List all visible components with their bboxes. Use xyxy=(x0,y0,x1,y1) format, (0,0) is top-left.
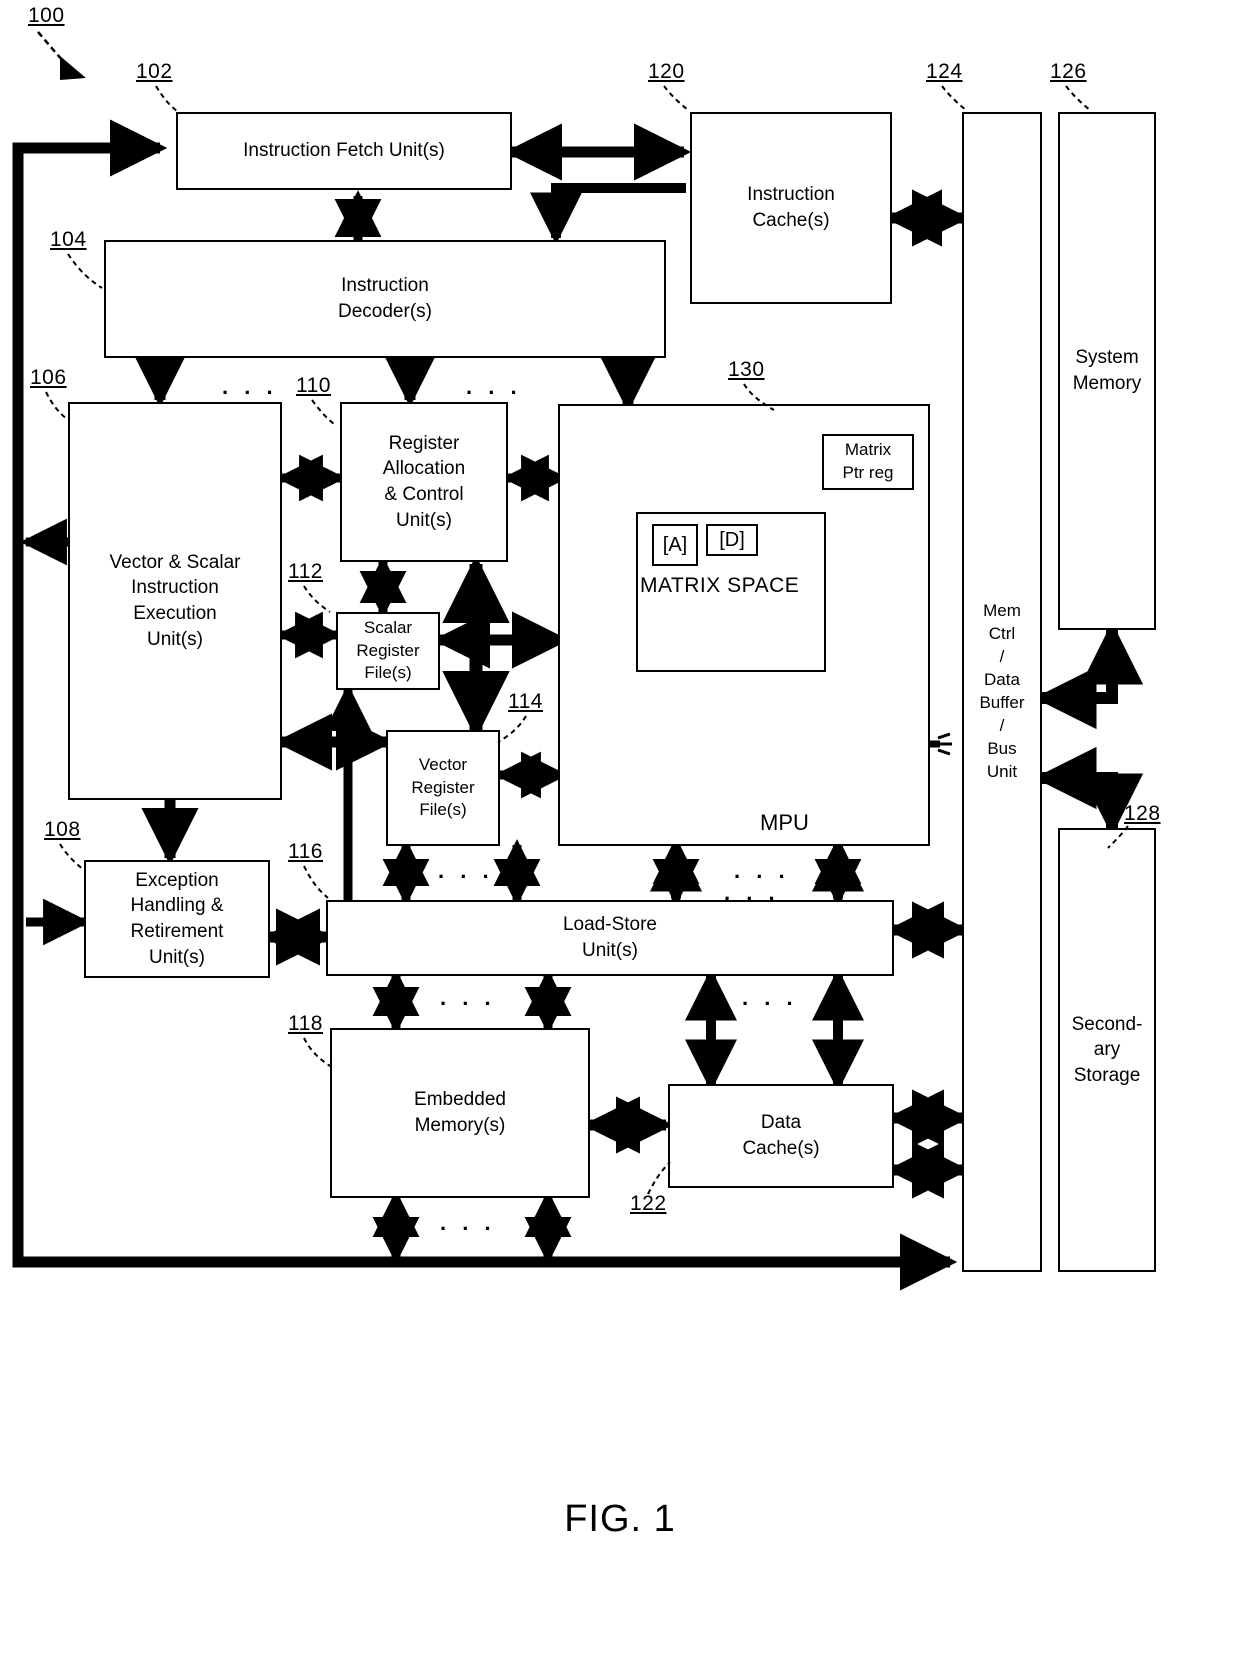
ref-112: 112 xyxy=(288,560,323,583)
block-data-cache[interactable]: Data Cache(s) xyxy=(668,1084,894,1188)
ref-106: 106 xyxy=(30,366,67,389)
ref-126-leader xyxy=(1065,85,1091,111)
ref-128-leader xyxy=(1107,825,1129,849)
block-vector-scalar-exec-unit[interactable]: Vector & Scalar Instruction Execution Un… xyxy=(68,402,282,800)
block-label: Register Allocation & Control Unit(s) xyxy=(382,432,466,531)
matrix-a-register[interactable]: [A] xyxy=(652,524,698,566)
matrix-d-register[interactable]: [D] xyxy=(706,524,758,556)
ref-118: 118 xyxy=(288,1012,323,1035)
block-label: Mem Ctrl / Data Buffer / Bus Unit xyxy=(979,601,1025,781)
ref-114: 114 xyxy=(508,690,543,713)
ellipsis-lsu-top-1: . . . xyxy=(438,858,494,883)
block-label: Load-Store Unit(s) xyxy=(562,914,657,961)
block-label: Matrix Ptr reg xyxy=(842,440,894,482)
matrix-space-label: MATRIX SPACE xyxy=(640,574,800,597)
ref-124-leader xyxy=(941,85,967,111)
ref-100: 100 xyxy=(28,4,65,27)
ref-112-leader xyxy=(303,585,331,613)
block-label: Vector Register File(s) xyxy=(411,754,475,820)
figure-caption: FIG. 1 xyxy=(564,1498,676,1540)
block-label: Instruction Cache(s) xyxy=(747,184,835,231)
block-embedded-memory[interactable]: Embedded Memory(s) xyxy=(330,1028,590,1198)
ref-130-leader xyxy=(743,383,775,411)
ref-104-leader xyxy=(67,253,103,289)
block-label: Vector & Scalar Instruction Execution Un… xyxy=(109,551,241,650)
block-instruction-decoder[interactable]: Instruction Decoder(s) xyxy=(104,240,666,358)
mpu-unit-label: MPU xyxy=(760,810,809,835)
ref-122-leader xyxy=(647,1161,671,1195)
block-label: Data Cache(s) xyxy=(742,1112,820,1159)
block-label: Second- ary Storage xyxy=(1071,1013,1143,1086)
block-secondary-storage[interactable]: Second- ary Storage xyxy=(1058,828,1156,1272)
ref-124: 124 xyxy=(926,60,963,83)
ref-100-leader xyxy=(37,31,86,80)
ref-102-leader xyxy=(155,85,179,113)
block-load-store-unit[interactable]: Load-Store Unit(s) xyxy=(326,900,894,976)
ref-114-leader xyxy=(497,715,527,743)
ref-104: 104 xyxy=(50,228,87,251)
block-vector-register-file[interactable]: Vector Register File(s) xyxy=(386,730,500,846)
ellipsis-decoder-row-1: . . . xyxy=(222,374,278,399)
block-label: Scalar Register File(s) xyxy=(356,617,420,683)
block-instruction-cache[interactable]: Instruction Cache(s) xyxy=(690,112,892,304)
ref-108-leader xyxy=(59,843,85,871)
arrow-memctrl-sysmem xyxy=(1034,622,1144,730)
ellipsis-mpu-feed: . . . xyxy=(724,880,780,905)
matrix-d-label: [D] xyxy=(719,528,745,551)
ellipsis-decoder-row-2: . . . xyxy=(466,374,522,399)
ref-128: 128 xyxy=(1124,802,1161,825)
block-scalar-register-file[interactable]: Scalar Register File(s) xyxy=(336,612,440,690)
block-exception-handling-retirement-unit[interactable]: Exception Handling & Retirement Unit(s) xyxy=(84,860,270,978)
ref-110-leader xyxy=(311,399,335,425)
ref-126: 126 xyxy=(1050,60,1087,83)
block-label: System Memory xyxy=(1072,347,1142,394)
block-register-allocation-control-unit[interactable]: Register Allocation & Control Unit(s) xyxy=(340,402,508,562)
ref-116: 116 xyxy=(288,840,323,863)
ellipsis-emem-bottom: . . . xyxy=(440,1210,496,1235)
ref-130: 130 xyxy=(728,358,765,381)
block-system-memory[interactable]: System Memory xyxy=(1058,112,1156,630)
block-matrix-pointer-register[interactable]: Matrix Ptr reg xyxy=(822,434,914,490)
block-label: Instruction Decoder(s) xyxy=(338,275,432,322)
block-label: Exception Handling & Retirement Unit(s) xyxy=(130,869,224,968)
ref-120: 120 xyxy=(648,60,685,83)
ref-118-leader xyxy=(303,1037,331,1067)
arrow-memctrl-secstor xyxy=(1034,746,1144,836)
ellipsis-lsu-bottom-1: . . . xyxy=(440,985,496,1010)
block-label: Embedded Memory(s) xyxy=(414,1089,506,1136)
mpu-bus-fan xyxy=(937,732,952,756)
ellipsis-lsu-bottom-2: . . . xyxy=(742,985,798,1010)
ref-110: 110 xyxy=(296,374,331,397)
arrow-icache-decoder xyxy=(530,183,686,245)
matrix-a-label: [A] xyxy=(662,533,688,556)
block-memory-controller-data-buffer-bus-unit[interactable]: Mem Ctrl / Data Buffer / Bus Unit xyxy=(962,112,1042,1272)
ref-106-leader xyxy=(45,391,69,421)
ref-120-leader xyxy=(663,85,689,111)
ref-102: 102 xyxy=(136,60,173,83)
block-label: Instruction Fetch Unit(s) xyxy=(243,140,445,162)
ref-108: 108 xyxy=(44,818,81,841)
ref-116-leader xyxy=(303,865,329,899)
block-instruction-fetch-unit[interactable]: Instruction Fetch Unit(s) xyxy=(176,112,512,190)
